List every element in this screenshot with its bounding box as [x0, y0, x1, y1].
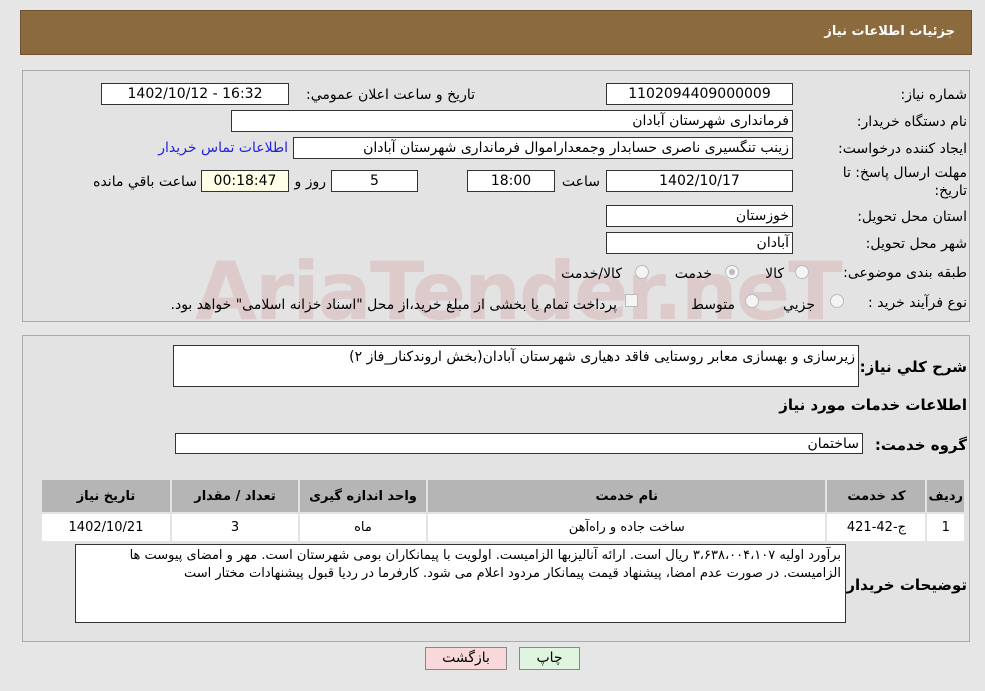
remaining-time-field: 00:18:47	[201, 170, 289, 192]
cell-unit: ماه	[298, 512, 428, 543]
creator-label: ایجاد کننده درخواست:	[838, 141, 967, 157]
category-label: طبقه بندی موضوعی:	[843, 265, 967, 281]
col-qty: تعداد / مقدار	[170, 478, 300, 514]
process-option-medium: متوسط	[691, 297, 735, 313]
services-title: اطلاعات خدمات مورد نیاز	[779, 396, 967, 414]
category-option-both: کالا/خدمت	[561, 266, 622, 282]
page-title: جزئیات اطلاعات نیاز	[824, 24, 955, 39]
remaining-label: ساعت باقي مانده	[93, 174, 197, 190]
days-label: روز و	[294, 174, 327, 190]
group-field: ساختمان	[175, 433, 863, 454]
payment-checkbox[interactable]	[625, 294, 638, 307]
city-field: آبادان	[606, 232, 793, 254]
desc-label: شرح کلي نیاز:	[859, 358, 967, 376]
services-table: ردیف کد خدمت نام خدمت واحد اندازه گیری ت…	[40, 478, 966, 543]
deadline-time-field: 18:00	[467, 170, 555, 192]
deadline-label: مهلت ارسال پاسخ: تا تاریخ:	[842, 165, 967, 199]
buyer-org-field: فرمانداری شهرستان آبادان	[231, 110, 793, 132]
need-number-label: شماره نیاز:	[900, 87, 968, 103]
need-number-field: 1102094409000009	[606, 83, 793, 105]
col-date: تاریخ نیاز	[40, 478, 172, 514]
payment-note: پرداخت تمام یا بخشی از مبلغ خرید،از محل …	[170, 297, 617, 313]
page-header: جزئیات اطلاعات نیاز	[20, 10, 972, 55]
table-header-row: ردیف کد خدمت نام خدمت واحد اندازه گیری ت…	[40, 478, 966, 514]
col-name: نام خدمت	[425, 478, 828, 514]
creator-field: زینب تنگسیری ناصری حسابدار وجمعداراموال …	[293, 137, 793, 159]
col-row: ردیف	[925, 478, 966, 514]
category-option-goods: کالا	[765, 266, 784, 282]
watermark-logo: AriaTender.neT	[195, 245, 843, 338]
province-label: استان محل تحویل:	[857, 209, 967, 225]
category-radio-both[interactable]	[635, 265, 649, 279]
category-radio-service[interactable]	[725, 265, 739, 279]
announce-label: تاریخ و ساعت اعلان عمومي:	[306, 87, 475, 103]
province-field: خوزستان	[606, 205, 793, 227]
table-row: 1 ج-42-421 ساخت جاده و راه‌آهن ماه 3 140…	[40, 512, 966, 543]
process-radio-medium[interactable]	[745, 294, 759, 308]
process-option-minor: جزيي	[783, 297, 815, 313]
announce-field: 1402/10/12 - 16:32	[101, 83, 289, 105]
days-field: 5	[331, 170, 418, 192]
col-unit: واحد اندازه گیری	[298, 478, 428, 514]
cell-row: 1	[925, 512, 966, 543]
process-label: نوع فرآیند خرید :	[868, 295, 967, 311]
city-label: شهر محل تحویل:	[865, 236, 967, 252]
notes-label: توضیحات خریدار:	[840, 576, 967, 594]
buyer-contact-link[interactable]: اطلاعات تماس خریدار	[158, 140, 288, 156]
buyer-org-label: نام دستگاه خریدار:	[856, 114, 967, 130]
deadline-date-field: 1402/10/17	[606, 170, 793, 192]
category-radio-goods[interactable]	[795, 265, 809, 279]
col-code: کد خدمت	[825, 478, 928, 514]
back-button[interactable]: بازگشت	[425, 647, 507, 670]
cell-qty: 3	[170, 512, 300, 543]
notes-field: برآورد اولیه ۳،۶۳۸،۰۰۴،۱۰۷ ریال است. ارا…	[75, 544, 846, 623]
group-label: گروه خدمت:	[874, 436, 967, 454]
desc-field: زیرسازی و بهسازی معابر روستایی فاقد دهیا…	[173, 345, 859, 387]
time-label: ساعت	[561, 174, 600, 190]
cell-date: 1402/10/21	[40, 512, 172, 543]
cell-name: ساخت جاده و راه‌آهن	[425, 512, 828, 543]
print-button[interactable]: چاپ	[519, 647, 580, 670]
process-radio-minor[interactable]	[830, 294, 844, 308]
category-option-service: خدمت	[674, 266, 712, 282]
cell-code: ج-42-421	[825, 512, 928, 543]
